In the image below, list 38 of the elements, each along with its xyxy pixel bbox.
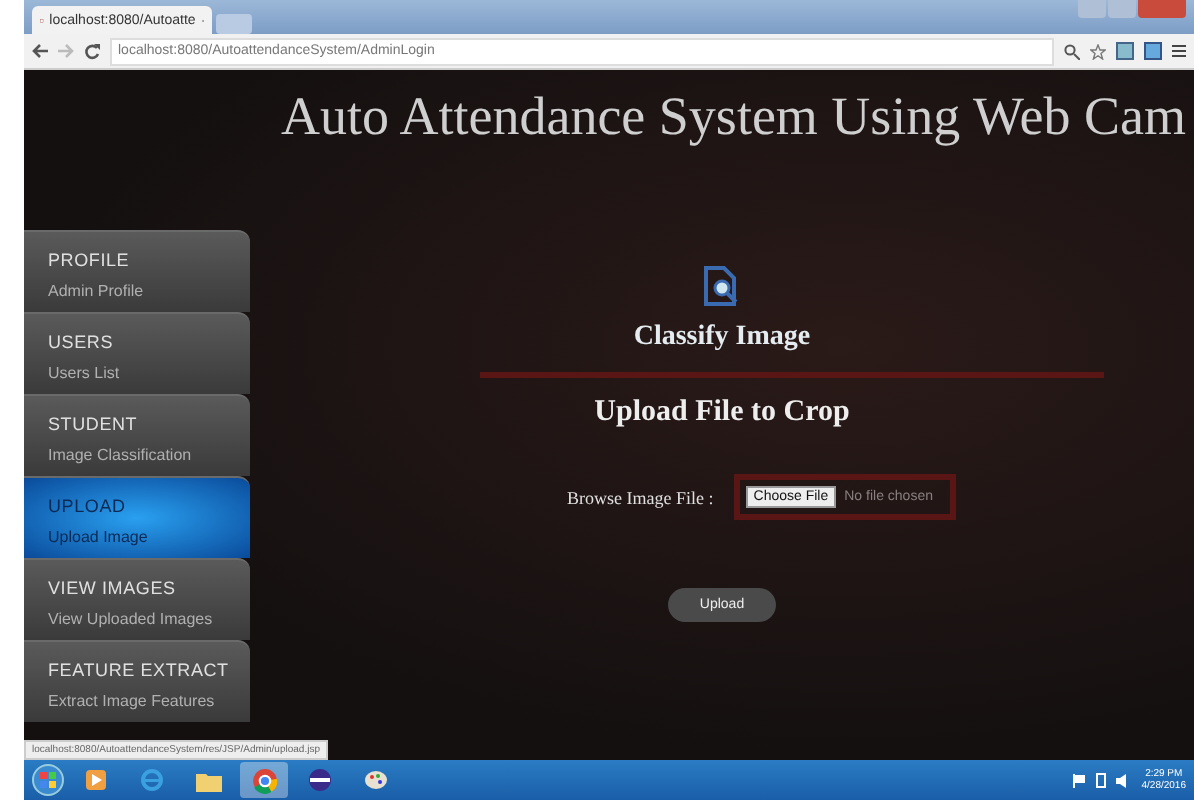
sidebar-item-subtitle: Admin Profile xyxy=(48,282,146,300)
folder-icon xyxy=(195,769,221,791)
sidebar-item-subtitle: Extract Image Features xyxy=(48,692,217,710)
sidebar-item-subtitle: Image Classification xyxy=(48,446,194,464)
form-heading: Upload File to Crop xyxy=(594,396,850,430)
image-search-icon xyxy=(704,266,740,306)
sidebar-item-title: USERS xyxy=(48,332,116,352)
battery-icon[interactable] xyxy=(1095,772,1106,788)
volume-icon[interactable] xyxy=(1115,773,1132,787)
sidebar-item-subtitle: Users List xyxy=(48,364,122,382)
start-button[interactable] xyxy=(32,764,64,796)
eclipse-icon xyxy=(308,768,332,792)
browser-e-icon xyxy=(140,768,164,792)
sidebar-item-title: VIEW IMAGES xyxy=(48,578,178,598)
star-icon[interactable] xyxy=(1090,43,1106,59)
back-icon[interactable] xyxy=(32,44,48,58)
sidebar-item-title: STUDENT xyxy=(48,414,140,434)
sidebar-item-title: FEATURE EXTRACT xyxy=(48,660,231,680)
sidebar-item-subtitle: Upload Image xyxy=(48,528,150,546)
browse-label: Browse Image File : xyxy=(567,487,714,507)
sidebar-item-subtitle: View Uploaded Images xyxy=(48,610,215,628)
sidebar-item[interactable]: STUDENT Image Classification xyxy=(24,394,250,476)
reload-icon[interactable] xyxy=(84,43,100,59)
sidebar-item[interactable]: FEATURE EXTRACT Extract Image Features xyxy=(24,640,250,722)
paint-palette-icon xyxy=(364,768,388,792)
zoom-icon[interactable] xyxy=(1064,43,1080,59)
sidebar-item[interactable]: UPLOAD Upload Image xyxy=(24,476,250,558)
flag-icon[interactable] xyxy=(1071,773,1086,787)
page-title: Auto Attendance System Using Web Cam xyxy=(278,84,1188,150)
sidebar-item[interactable]: USERS Users List xyxy=(24,312,250,394)
sidebar-item-title: PROFILE xyxy=(48,250,132,270)
media-player-icon xyxy=(84,768,108,792)
sidebar-item-title: UPLOAD xyxy=(48,496,128,516)
sidebar-item[interactable]: VIEW IMAGES View Uploaded Images xyxy=(24,558,250,640)
sidebar-item[interactable]: PROFILE Admin Profile xyxy=(24,230,250,312)
menu-icon[interactable] xyxy=(1172,44,1186,58)
chrome-icon xyxy=(251,767,277,793)
section-heading: Classify Image xyxy=(633,322,811,354)
